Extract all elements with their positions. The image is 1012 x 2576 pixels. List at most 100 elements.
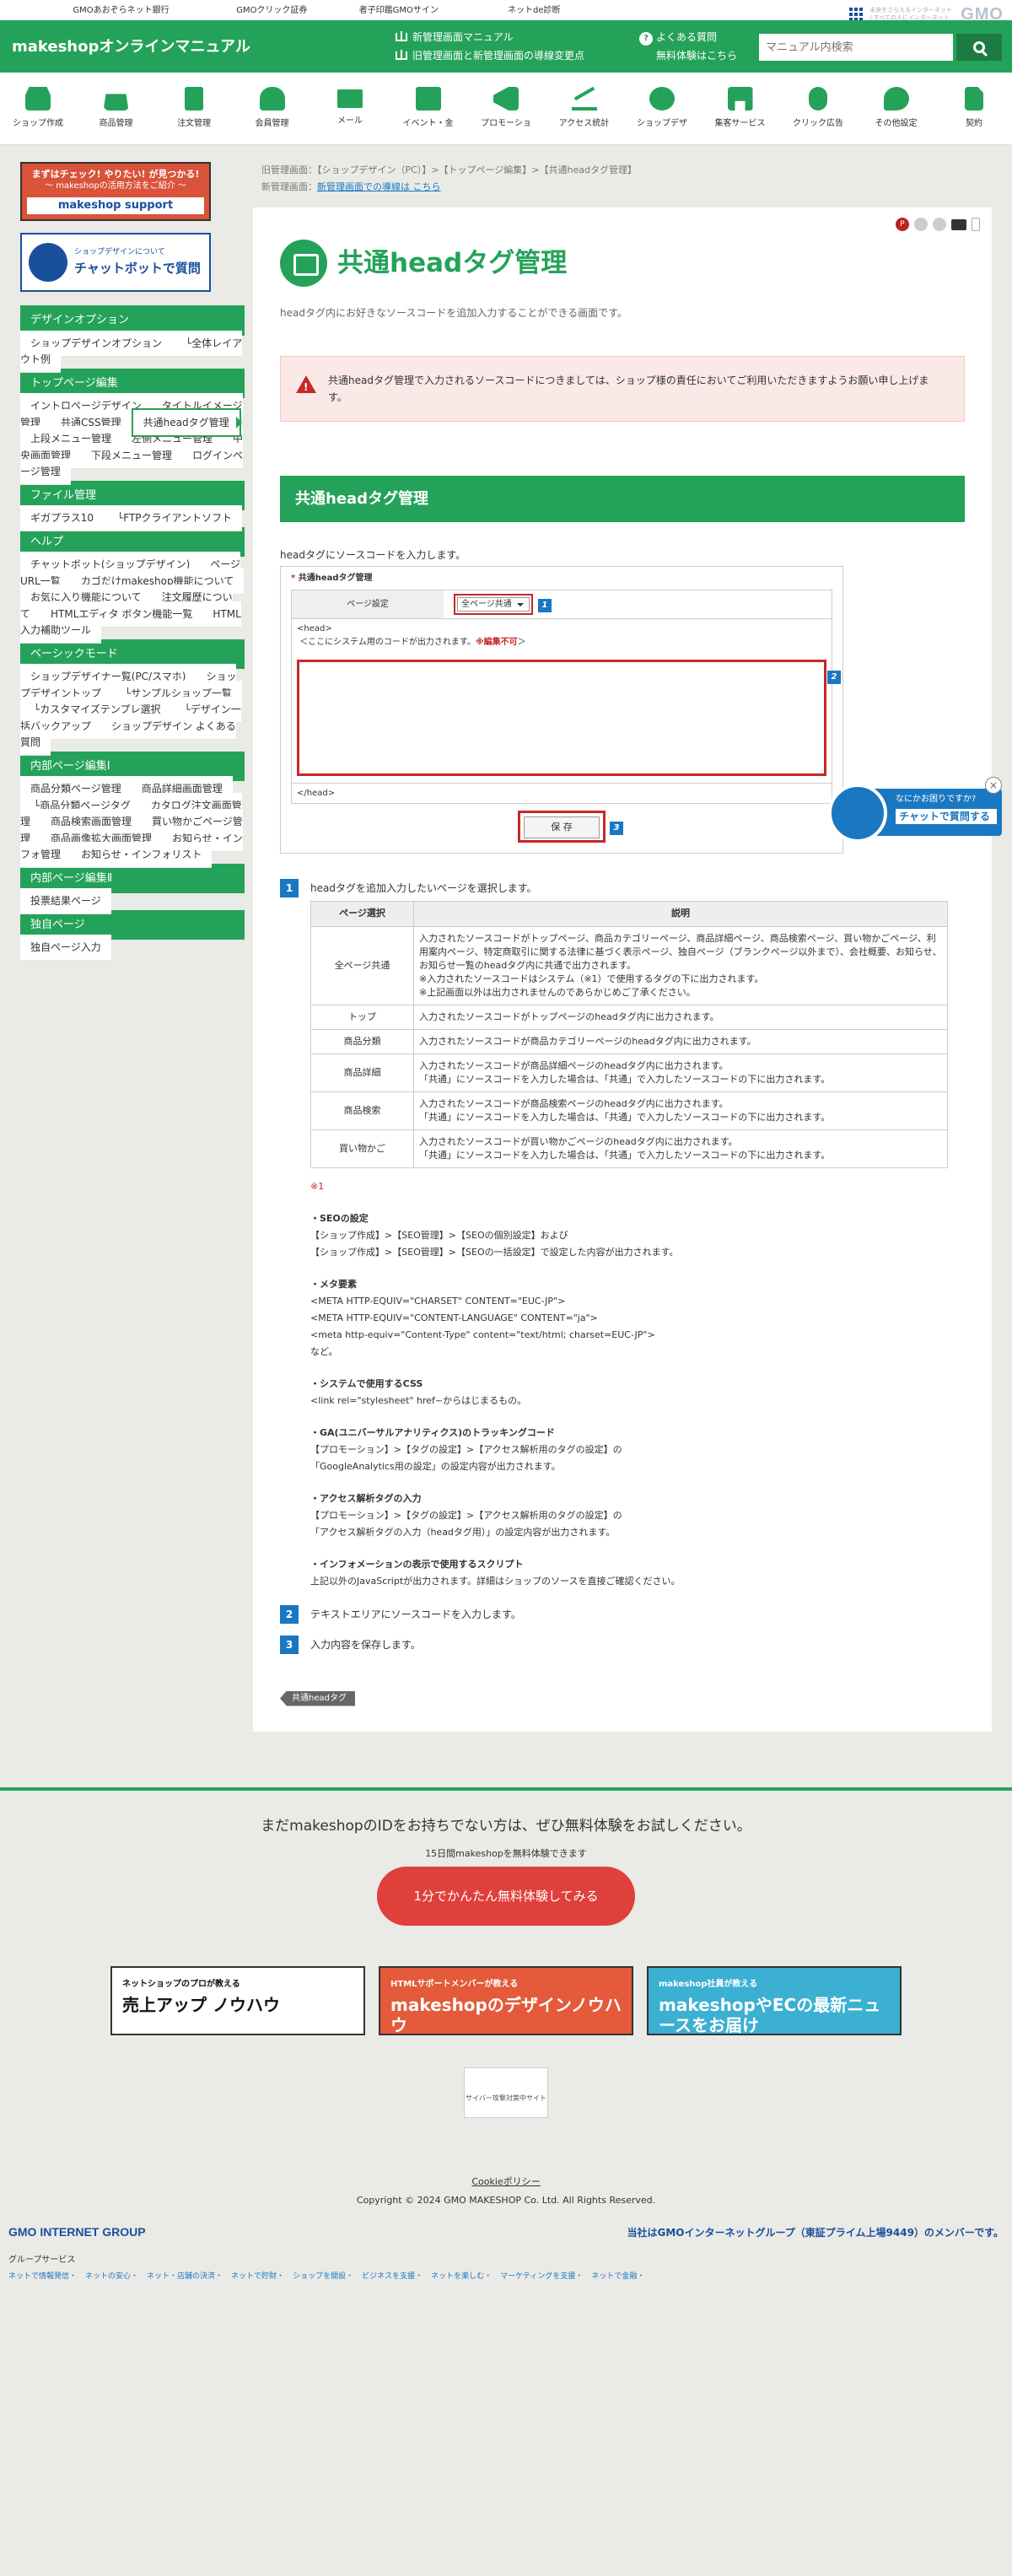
pc-icon bbox=[951, 219, 966, 230]
note-text: 【プロモーション】>【タグの設定】>【アクセス解析用のタグの設定】の 「アクセス… bbox=[310, 1509, 622, 1538]
note-text: 上記以外のJavaScriptが出力されます。詳細はショップのソースを直接ご確認… bbox=[310, 1575, 681, 1587]
sidebar-item[interactable]: 下段メニュー管理 bbox=[81, 442, 183, 469]
footer-banners: ネットショップのプロが教える 売上アップ ノウハウ HTMLサポートメンバーが教え… bbox=[0, 1965, 1012, 2035]
table-row: 商品詳細 入力されたソースコードが商品詳細ページのheadタグ内に出力されます。 … bbox=[310, 1053, 948, 1092]
nav-palette[interactable]: ショップデザ bbox=[627, 73, 697, 144]
main-content: 旧管理画面：【ショップデザイン（PC）】>【トップページ編集】>【共通headタ… bbox=[253, 162, 992, 1732]
note-text: <link rel="stylesheet" href~からはじまるもの。 bbox=[310, 1394, 527, 1406]
sidebar-item[interactable]: お知らせ・インフォリスト bbox=[71, 842, 213, 868]
section-intro: headタグにソースコードを入力します。 bbox=[280, 549, 466, 561]
save-button-figure: 保 存3 bbox=[518, 811, 623, 843]
nav-store[interactable]: 集客サービス bbox=[706, 73, 775, 144]
store-icon bbox=[727, 87, 753, 110]
group-service-link[interactable]: ショップを開設・ bbox=[293, 2272, 353, 2283]
group-service-link[interactable]: ネット・店舗の決済・ bbox=[147, 2272, 223, 2283]
people-icon bbox=[259, 87, 285, 110]
gmo-internet-group-logo[interactable]: GMO INTERNET GROUP bbox=[8, 2223, 146, 2241]
sidebar-item[interactable]: 投票結果ページ bbox=[20, 888, 111, 914]
grid-menu-icon[interactable] bbox=[849, 8, 864, 21]
circle-icon bbox=[914, 218, 928, 231]
mouse-icon bbox=[809, 87, 827, 110]
section-heading: 共通headタグ管理 bbox=[280, 476, 965, 522]
nav-bag[interactable]: 商品管理 bbox=[82, 73, 151, 144]
nav-speak[interactable]: その他設定 bbox=[862, 73, 931, 144]
smartphone-icon bbox=[972, 218, 980, 231]
magazine-banner[interactable]: makeshop社員が教える makeshopやECの最新ニュースをお届け bbox=[647, 1965, 902, 2035]
note-heading: ・アクセス解析タグの入力 bbox=[310, 1492, 422, 1504]
screenshot-figure: * 共通headタグ管理 ページ設定 全ページ共通 1 <head> ＜ここにシス… bbox=[280, 566, 843, 854]
chatbot-banner[interactable]: ショップデザインについて チャットボットで質問 bbox=[20, 233, 211, 292]
table-row: 商品分類 入力されたソースコードが商品カテゴリーページのheadタグ内に出力されま… bbox=[310, 1028, 948, 1054]
nav-doc[interactable]: 契約 bbox=[939, 73, 1009, 144]
cookie-policy-link[interactable]: Cookieポリシー bbox=[471, 2176, 540, 2187]
table-row: 商品検索 入力されたソースコードが商品検索ページのheadタグ内に出力されます。 … bbox=[310, 1091, 948, 1130]
note-heading: ・メタ要素 bbox=[310, 1278, 357, 1290]
header-faq: ? よくある質問 無料体験はこちら bbox=[639, 28, 737, 65]
nav-clip[interactable]: 注文管理 bbox=[159, 73, 229, 144]
sidebar-item[interactable]: 共通headタグ管理 bbox=[131, 407, 241, 437]
group-service-link[interactable]: マーケティングを支援・ bbox=[500, 2272, 583, 2283]
group-service-link[interactable]: ネットで貯財・ bbox=[231, 2272, 284, 2283]
circle-icon bbox=[933, 218, 946, 231]
table-row: 買い物かご 入力されたソースコードが買い物かごページのheadタグ内に出力されます… bbox=[310, 1129, 948, 1168]
table-row: 全ページ共通 入力されたソースコードがトップページ、商品カテゴリーページ、商品詳細… bbox=[310, 925, 948, 1005]
design-knowhow-banner[interactable]: HTMLサポートメンバーが教える makeshopのデザインノウハウ bbox=[379, 1965, 633, 2035]
page-lead: headタグ内にお好きなソースコードを追加入力することができる画面です。 bbox=[280, 307, 627, 319]
page-title: 共通headタグ管理 bbox=[337, 247, 568, 278]
clip-icon bbox=[185, 87, 203, 110]
note-text: 【プロモーション】>【タグの設定】>【アクセス解析用のタグの設定】の 「Goog… bbox=[310, 1443, 622, 1472]
new-admin-route-link[interactable]: 新管理画面での導線は こちら bbox=[317, 181, 441, 192]
notes: ※1 ・SEOの設定 【ショップ作成】>【SEO管理】>【SEOの個別設定】および… bbox=[310, 1178, 965, 1590]
textarea-figure: 2 bbox=[297, 660, 841, 776]
trial-link[interactable]: 無料体験はこちら bbox=[639, 46, 737, 65]
nav-people[interactable]: 会員管理 bbox=[238, 73, 307, 144]
search-input[interactable] bbox=[759, 34, 953, 61]
chart-icon bbox=[571, 87, 597, 110]
warning-box: 共通headタグ管理で入力されるソースコードにつきましては、ショップ様の責任にお… bbox=[280, 356, 965, 422]
ec-knowhow-banner[interactable]: ネットショップのプロが教える 売上アップ ノウハウ bbox=[110, 1965, 365, 2035]
palette-icon bbox=[649, 87, 675, 110]
mega-icon bbox=[493, 87, 519, 110]
note-heading: ・システムで使用するCSS bbox=[310, 1377, 423, 1389]
page-select-figure: 全ページ共通 1 bbox=[454, 594, 552, 615]
group-service-link[interactable]: ビジネスを支援・ bbox=[362, 2272, 423, 2283]
tag-link[interactable]: 共通headタグ bbox=[280, 1690, 355, 1706]
note-heading: ・GA(ユニバーサルアナリティクス)のトラッキングコード bbox=[310, 1426, 555, 1438]
category-icon-nav: ショップ作成 商品管理 注文管理 会員管理 メール イベント・金 プロモーショ アクセス統計シ… bbox=[0, 73, 1012, 145]
sidebar-item[interactable]: └FTPクライアントソフト bbox=[104, 505, 243, 531]
nav-cal[interactable]: イベント・金 bbox=[394, 73, 463, 144]
search-icon bbox=[973, 41, 985, 53]
nav-mega[interactable]: プロモーショ bbox=[471, 73, 541, 144]
free-trial-button[interactable]: 1分でかんたん無料体験してみる bbox=[377, 1866, 635, 1926]
group-service-link[interactable]: ネットで金融・ bbox=[591, 2272, 644, 2283]
table-row: トップ 入力されたソースコードがトップページのheadタグ内に出力されます。 bbox=[310, 1004, 948, 1030]
group-service-link[interactable]: ネットを楽しむ・ bbox=[431, 2272, 492, 2283]
header-links: 新管理画面マニュアル 旧管理画面と新管理画面の導線変更点 bbox=[396, 28, 584, 65]
group-service-link[interactable]: ネットの安心・ bbox=[85, 2272, 138, 2283]
nav-shop[interactable]: ショップ作成 bbox=[3, 73, 73, 144]
page-select-table: ページ選択 説明 全ページ共通 入力されたソースコードがトップページ、商品カテゴリー… bbox=[310, 901, 948, 1168]
robot-icon bbox=[828, 784, 887, 843]
breadcrumb: 旧管理画面：【ショップデザイン（PC）】>【トップページ編集】>【共通headタ… bbox=[261, 164, 637, 192]
faq-link[interactable]: ? よくある質問 bbox=[639, 28, 737, 46]
sidebar-item[interactable]: 独自ページ入力 bbox=[20, 935, 111, 961]
new-admin-manual-link[interactable]: 新管理画面マニュアル bbox=[396, 28, 584, 46]
nav-chart[interactable]: アクセス統計 bbox=[550, 73, 619, 144]
book-icon bbox=[396, 31, 407, 41]
sidebar: まずはチェック! やりたい! が見つかる! ～ makeshopの活用方法をご紹… bbox=[20, 162, 245, 961]
robot-icon bbox=[29, 243, 67, 282]
chat-widget[interactable]: なにかお困りですか? チャットで質問する × bbox=[828, 777, 1002, 844]
content-card: P 共通headタグ管理 headタグ内にお好きなソースコードを追加入力すること… bbox=[253, 207, 992, 1732]
note-heading: ・インフォメーションの表示で使用するスクリプト bbox=[310, 1558, 524, 1570]
search-button[interactable] bbox=[956, 34, 1002, 61]
mail-icon bbox=[337, 89, 363, 108]
nav-mail[interactable]: メール bbox=[315, 73, 385, 144]
cyber-security-badge[interactable]: サイバー攻撃対策中サイト bbox=[464, 2067, 548, 2118]
close-icon[interactable]: × bbox=[985, 777, 1002, 794]
sidebar-item[interactable]: ギガプラス10 bbox=[20, 505, 105, 531]
site-logo[interactable]: makeshopオンラインマニュアル bbox=[12, 35, 396, 58]
nav-mouse[interactable]: クリック広告 bbox=[783, 73, 853, 144]
admin-changes-link[interactable]: 旧管理画面と新管理画面の導線変更点 bbox=[396, 46, 584, 65]
support-banner[interactable]: まずはチェック! やりたい! が見つかる! ～ makeshopの活用方法をご紹… bbox=[20, 162, 211, 221]
group-service-link[interactable]: ネットで情報発信・ bbox=[8, 2272, 77, 2283]
